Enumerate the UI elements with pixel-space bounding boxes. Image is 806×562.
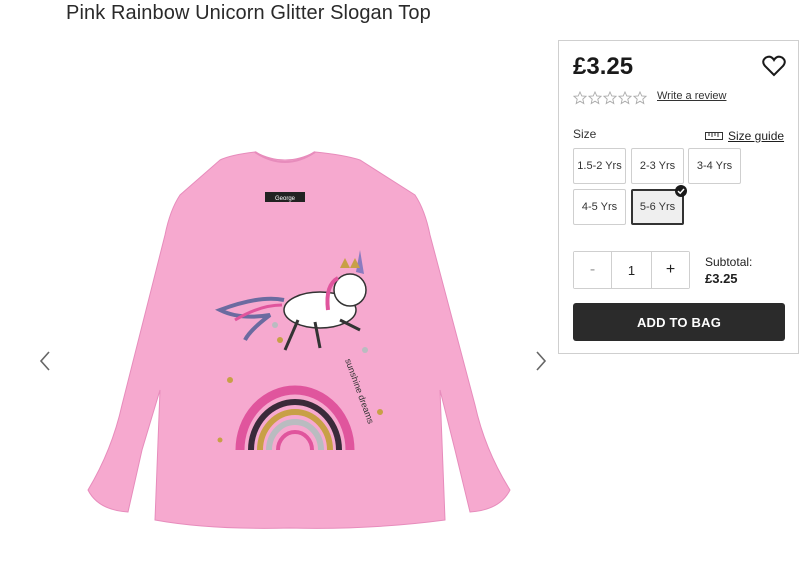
quantity-increase-button[interactable]: +	[651, 252, 689, 288]
size-option-1-5-2-yrs[interactable]: 1.5-2 Yrs	[573, 148, 626, 184]
ruler-icon	[705, 132, 723, 140]
star-outline-icon	[633, 91, 647, 105]
purchase-panel: £3.25 Write a review Size Size guide 1.5…	[558, 40, 799, 354]
size-option-label: 5-6 Yrs	[639, 201, 676, 213]
size-option-3-4-yrs[interactable]: 3-4 Yrs	[688, 148, 741, 184]
write-review-link[interactable]: Write a review	[657, 90, 726, 102]
wishlist-button[interactable]	[762, 55, 786, 77]
gallery-prev-button[interactable]	[36, 346, 56, 376]
quantity-decrease-button[interactable]: -	[574, 252, 612, 288]
star-outline-icon	[618, 91, 632, 105]
size-option-4-5-yrs[interactable]: 4-5 Yrs	[573, 189, 626, 225]
star-outline-icon	[573, 91, 587, 105]
size-guide-label: Size guide	[728, 129, 785, 143]
star-outline-icon	[588, 91, 602, 105]
chevron-left-icon	[39, 351, 50, 371]
size-label: Size	[573, 127, 597, 141]
add-to-bag-button[interactable]: ADD TO BAG	[573, 303, 785, 341]
rating-stars	[573, 91, 647, 105]
product-image: George sunshine dreams	[70, 150, 525, 530]
size-option-5-6-yrs[interactable]: 5-6 Yrs	[631, 185, 687, 225]
chevron-right-icon	[536, 351, 547, 371]
quantity-stepper: - +	[573, 251, 690, 289]
gallery-next-button[interactable]	[530, 346, 550, 376]
subtotal-value: £3.25	[705, 271, 738, 286]
brand-label: George	[275, 196, 296, 202]
product-title: Pink Rainbow Unicorn Glitter Slogan Top	[66, 2, 431, 24]
check-icon	[675, 185, 687, 197]
heart-icon	[762, 55, 786, 77]
subtotal-label: Subtotal:	[705, 255, 753, 269]
size-option-2-3-yrs[interactable]: 2-3 Yrs	[631, 148, 684, 184]
size-guide-link[interactable]: Size guide	[705, 129, 784, 143]
product-price: £3.25	[573, 53, 634, 80]
quantity-input[interactable]	[612, 252, 651, 288]
star-outline-icon	[603, 91, 617, 105]
